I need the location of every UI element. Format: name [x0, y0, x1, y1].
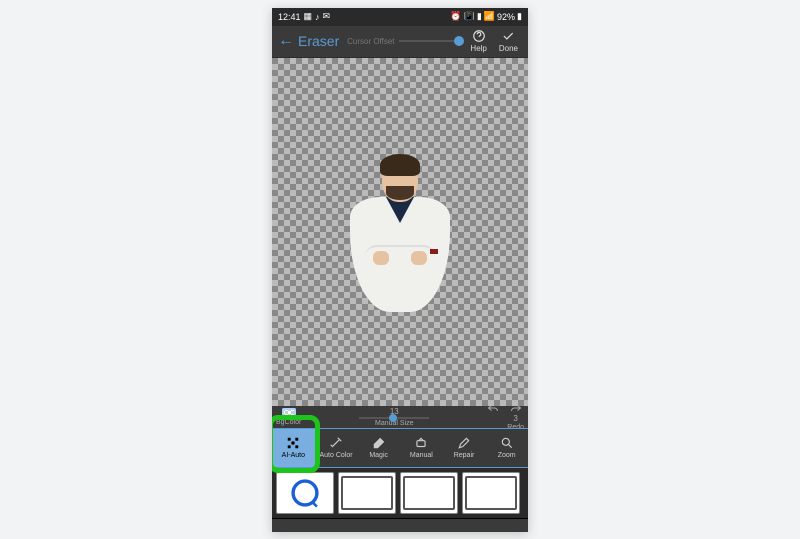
eraser-icon: [372, 436, 386, 450]
subject-cutout: [345, 152, 455, 312]
vibrate-icon: 📳: [464, 11, 475, 22]
editor-canvas[interactable]: [272, 58, 528, 406]
back-icon[interactable]: ←: [278, 32, 294, 50]
subject-body: [350, 197, 450, 312]
thumbnail-4[interactable]: [462, 472, 520, 514]
undo-button[interactable]: [487, 403, 499, 431]
help-button[interactable]: Help: [466, 29, 490, 53]
size-slider[interactable]: [359, 417, 429, 419]
page-title: Eraser: [298, 33, 339, 49]
thumbnail-2[interactable]: [338, 472, 396, 514]
tool-manual[interactable]: Manual: [400, 429, 443, 467]
app-header: ← Eraser Cursor Offset Help Done: [272, 26, 528, 58]
settings-row: BgColor 13 Manual Size 3 Redo: [272, 406, 528, 428]
tool-ai-auto[interactable]: AI-Auto: [272, 429, 315, 467]
tool-magic[interactable]: Magic: [357, 429, 400, 467]
help-icon: [472, 29, 486, 43]
zoom-icon: [500, 436, 514, 450]
redo-button[interactable]: 3 Redo: [507, 403, 524, 431]
cursor-offset-label: Cursor Offset: [347, 37, 394, 46]
thumbnail-3[interactable]: [400, 472, 458, 514]
status-time: 12:41: [278, 12, 301, 22]
check-icon: [501, 29, 515, 43]
brush-icon: [457, 436, 471, 450]
wifi-icon: 📶: [484, 11, 495, 22]
manual-eraser-icon: [414, 436, 428, 450]
android-navbar: [272, 518, 528, 519]
messenger-status-icon: ✉: [323, 11, 331, 22]
cursor-offset-slider[interactable]: [399, 40, 459, 42]
slider-thumb[interactable]: [454, 36, 464, 46]
tool-bar: AI-Auto Auto Color Magic Manual Repair Z…: [272, 428, 528, 468]
tool-zoom[interactable]: Zoom: [485, 429, 528, 467]
alarm-icon: ⏰: [450, 11, 461, 22]
gallery-status-icon: ▦: [304, 11, 313, 22]
phone-frame: 12:41 ▦ ♪ ✉ ⏰ 📳 ▮ 📶 92% ▮ ← Eraser Curso…: [272, 8, 528, 532]
signal-icon: ▮: [477, 11, 482, 22]
tool-repair[interactable]: Repair: [443, 429, 486, 467]
bgcolor-setting[interactable]: BgColor: [276, 408, 301, 426]
manual-size-setting[interactable]: 13 Manual Size: [307, 407, 481, 427]
wand-icon: [329, 436, 343, 450]
slider-thumb[interactable]: [389, 414, 397, 422]
thumbnail-1[interactable]: [276, 472, 334, 514]
status-bar: 12:41 ▦ ♪ ✉ ⏰ 📳 ▮ 📶 92% ▮: [272, 8, 528, 26]
bgcolor-swatch-icon: [282, 408, 296, 418]
done-button[interactable]: Done: [495, 29, 522, 53]
tool-auto-color[interactable]: Auto Color: [315, 429, 358, 467]
ai-auto-icon: [286, 436, 300, 450]
tiktok-status-icon: ♪: [315, 12, 320, 22]
battery-text: 92%: [497, 12, 515, 22]
thumbnail-strip: [272, 468, 528, 518]
battery-icon: ▮: [517, 11, 522, 22]
